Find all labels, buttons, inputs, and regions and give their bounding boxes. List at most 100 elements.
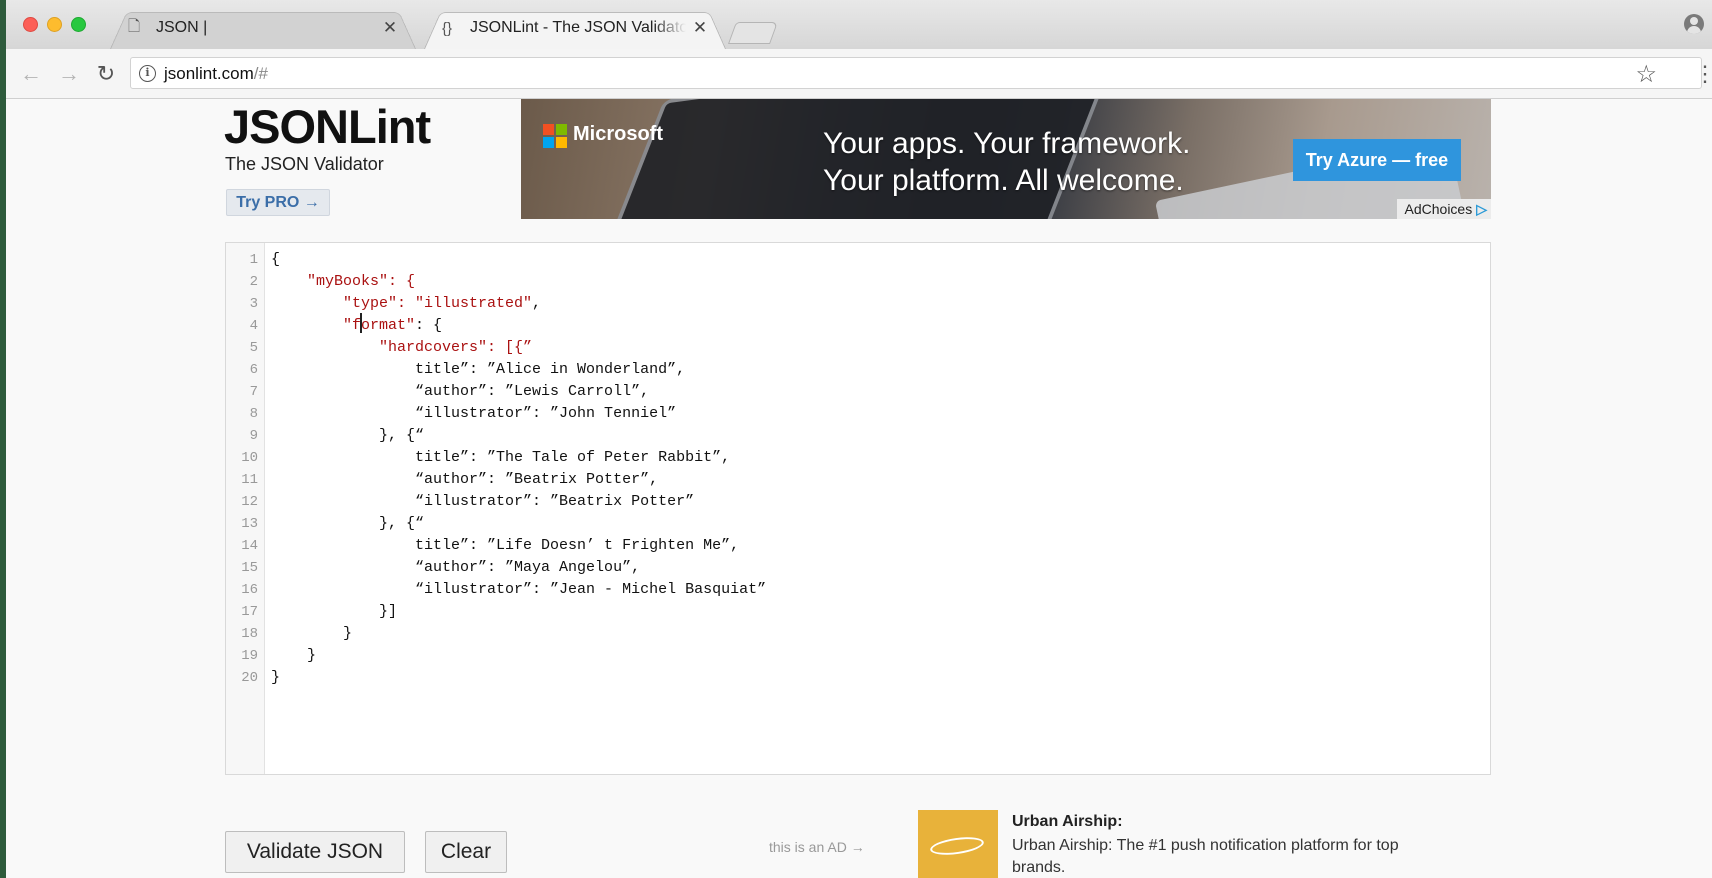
line-number: 13 xyxy=(241,516,258,532)
tab-close-icon[interactable]: ✕ xyxy=(382,18,398,38)
line-number: 18 xyxy=(241,626,258,642)
code-line[interactable]: 4 "format": { xyxy=(226,314,1490,338)
code-text: } xyxy=(271,644,316,668)
ad-headline-line-2: Your platform. All welcome. xyxy=(823,164,1184,197)
json-editor[interactable]: 1{2 "myBooks": {3 "type": "illustrated",… xyxy=(225,242,1491,775)
code-key: "myBooks": { xyxy=(307,273,416,290)
code-line[interactable]: 16 “illustrator”: ”Jean - Michel Basquia… xyxy=(226,578,1490,602)
ms-logo-red xyxy=(543,124,554,135)
code-line[interactable]: 20} xyxy=(226,666,1490,690)
code-text: “author”: ”Lewis Carroll”, xyxy=(271,380,649,404)
code-line[interactable]: 15 “author”: ”Maya Angelou”, xyxy=(226,556,1490,580)
menu-dots-icon[interactable]: ⋮ xyxy=(1694,61,1712,87)
line-number: 17 xyxy=(241,604,258,620)
site-logo[interactable]: JSONLint xyxy=(224,99,431,154)
code-text: { xyxy=(271,248,280,272)
window-maximize-button[interactable] xyxy=(71,17,86,32)
bottom-ad-description: Urban Airship: The #1 push notification … xyxy=(1012,837,1399,876)
code-rest: title”: ”Life Doesn’ t Frighten Me”, xyxy=(415,537,740,554)
line-number: 5 xyxy=(249,340,258,356)
reload-icon[interactable]: ↻ xyxy=(93,61,119,87)
try-pro-button[interactable]: Try PRO → xyxy=(226,189,330,216)
url-text[interactable]: jsonlint.com/# xyxy=(164,64,268,84)
code-rest: }] xyxy=(379,603,398,620)
forward-arrow-icon[interactable]: → xyxy=(56,61,82,87)
line-number: 6 xyxy=(249,362,258,378)
info-icon[interactable]: i xyxy=(139,65,156,82)
code-line[interactable]: 6 title”: ”Alice in Wonderland”, xyxy=(226,358,1490,382)
line-number: 20 xyxy=(241,670,258,686)
microsoft-logo-icon xyxy=(543,124,567,148)
code-rest: title”: ”The Tale of Peter Rabbit”, xyxy=(415,449,731,466)
tab-strip: 🗋 JSON | ✕ {} JSONLint - The JSON Valida… xyxy=(6,0,1712,49)
code-line[interactable]: 7 “author”: ”Lewis Carroll”, xyxy=(226,380,1490,404)
site-tagline: The JSON Validator xyxy=(225,154,384,174)
adchoices-label: AdChoices xyxy=(1404,201,1473,217)
line-number: 16 xyxy=(241,582,258,598)
code-line[interactable]: 12 “illustrator”: ”Beatrix Potter” xyxy=(226,490,1490,514)
bottom-ad-title[interactable]: Urban Airship: xyxy=(1012,813,1123,831)
code-rest: “author”: ”Maya Angelou”, xyxy=(415,559,641,576)
code-line[interactable]: 9 }, {“ xyxy=(226,424,1490,448)
adchoices-icon: ▷ xyxy=(1476,201,1487,217)
code-text: "myBooks": { xyxy=(271,270,415,294)
url-host: jsonlint.com xyxy=(164,64,254,83)
blimp-icon xyxy=(929,834,985,858)
code-text: "format": { xyxy=(271,314,442,338)
code-text: title”: ”Alice in Wonderland”, xyxy=(271,358,685,382)
ad-note: this is an AD → xyxy=(769,839,865,855)
bookmark-star-icon[interactable]: ☆ xyxy=(1635,60,1657,89)
code-line[interactable]: 13 }, {“ xyxy=(226,512,1490,536)
tab-close-icon[interactable]: ✕ xyxy=(692,18,708,38)
window-close-button[interactable] xyxy=(23,17,38,32)
code-line[interactable]: 11 “author”: ”Beatrix Potter”, xyxy=(226,468,1490,492)
code-line[interactable]: 19 } xyxy=(226,644,1490,668)
code-line[interactable]: 2 "myBooks": { xyxy=(226,270,1490,294)
code-line[interactable]: 17 }] xyxy=(226,600,1490,624)
ms-logo-blue xyxy=(543,137,554,148)
line-number: 2 xyxy=(249,274,258,290)
window-minimize-button[interactable] xyxy=(47,17,62,32)
page-icon: 🗋 xyxy=(128,17,141,35)
line-number: 12 xyxy=(241,494,258,510)
urban-airship-logo[interactable] xyxy=(918,810,998,878)
address-bar[interactable]: i jsonlint.com/# ☆ xyxy=(130,57,1702,89)
code-key: "hardcovers": [{” xyxy=(379,339,533,356)
code-rest: “author”: ”Beatrix Potter”, xyxy=(415,471,659,488)
code-line[interactable]: 1{ xyxy=(226,248,1490,272)
code-line[interactable]: 8 “illustrator”: ”John Tenniel” xyxy=(226,402,1490,426)
line-number: 10 xyxy=(241,450,258,466)
new-tab-button[interactable] xyxy=(727,22,779,44)
try-azure-button[interactable]: Try Azure — free xyxy=(1293,139,1461,181)
tab-json[interactable]: 🗋 JSON | ✕ xyxy=(110,7,416,49)
code-text: }] xyxy=(271,600,397,624)
line-number: 9 xyxy=(249,428,258,444)
profile-icon[interactable] xyxy=(1684,14,1704,34)
back-arrow-icon[interactable]: ← xyxy=(18,61,44,87)
code-line[interactable]: 3 "type": "illustrated", xyxy=(226,292,1490,316)
ad-banner[interactable]: Microsoft Your apps. Your framework. You… xyxy=(521,99,1491,219)
code-text: “author”: ”Maya Angelou”, xyxy=(271,556,640,580)
code-rest: , xyxy=(532,295,542,312)
adchoices-link[interactable]: AdChoices ▷ xyxy=(1396,199,1491,219)
code-text: “illustrator”: ”Beatrix Potter” xyxy=(271,490,694,514)
line-number: 7 xyxy=(249,384,258,400)
clear-button[interactable]: Clear xyxy=(425,831,507,873)
code-text: title”: ”Life Doesn’ t Frighten Me”, xyxy=(271,534,739,558)
tab-jsonlint[interactable]: {} JSONLint - The JSON Validator ✕ xyxy=(424,7,726,49)
code-line[interactable]: 18 } xyxy=(226,622,1490,646)
code-rest: “illustrator”: ”John Tenniel” xyxy=(415,405,677,422)
code-line[interactable]: 5 "hardcovers": [{” xyxy=(226,336,1490,360)
code-line[interactable]: 10 title”: ”The Tale of Peter Rabbit”, xyxy=(226,446,1490,470)
code-line[interactable]: 14 title”: ”Life Doesn’ t Frighten Me”, xyxy=(226,534,1490,558)
validate-json-button[interactable]: Validate JSON xyxy=(225,831,405,873)
line-number: 19 xyxy=(241,648,258,664)
